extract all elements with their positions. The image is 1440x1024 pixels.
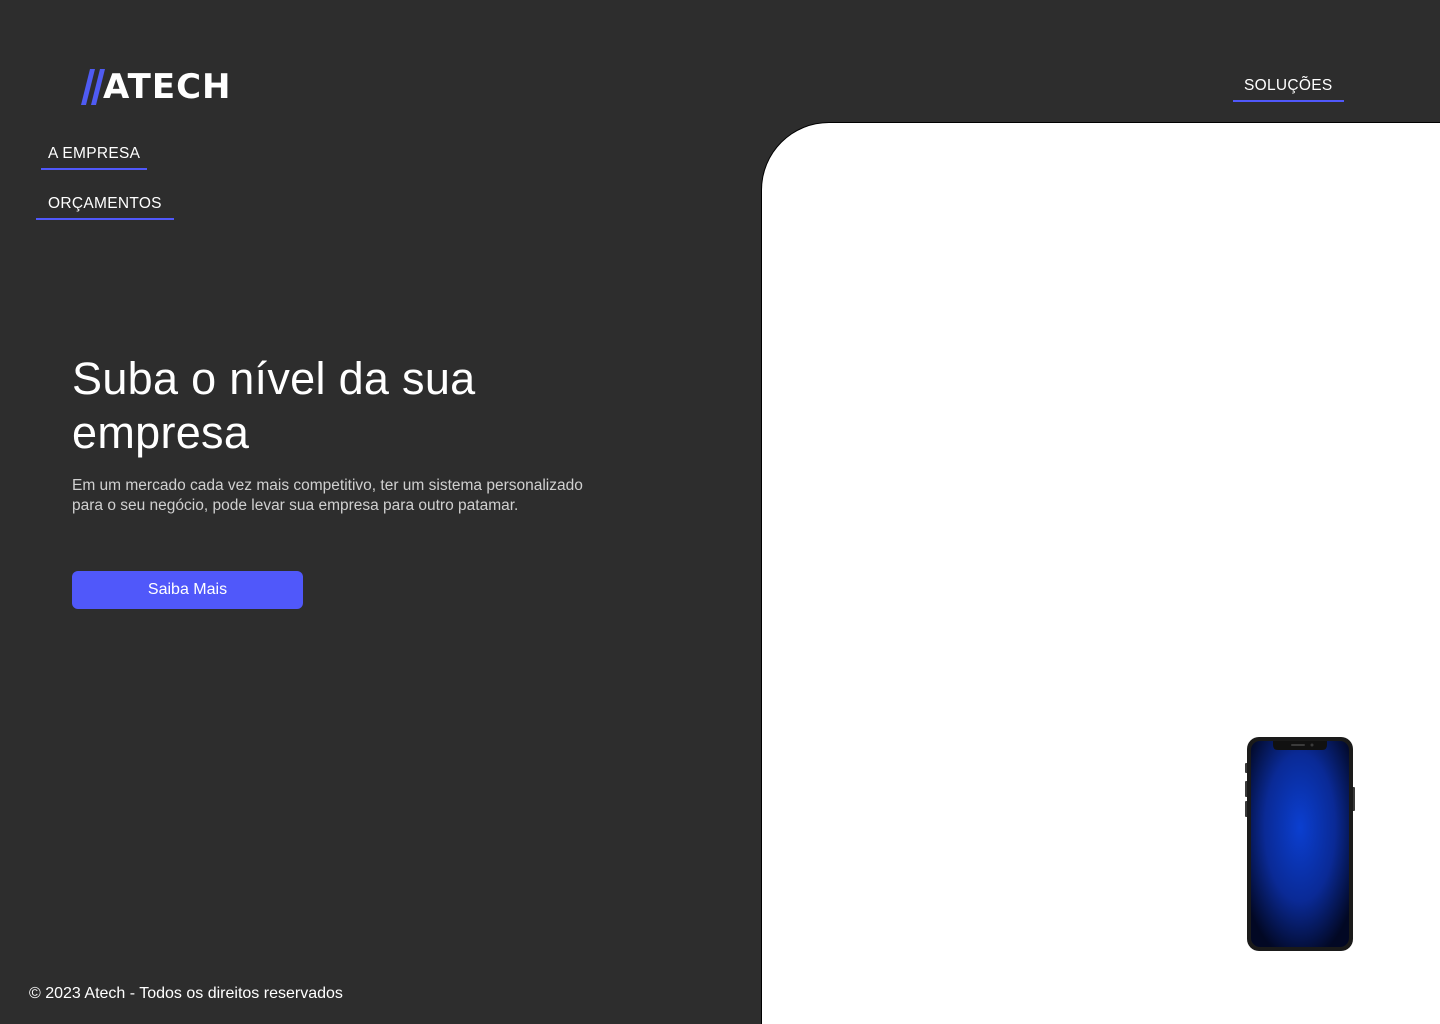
nav-underline [36,218,174,220]
footer-copyright: © 2023 Atech - Todos os direitos reserva… [29,985,343,1002]
nav-link-orcamentos-label: ORÇAMENTOS [48,195,162,212]
saiba-mais-button[interactable]: Saiba Mais [72,571,303,609]
brand-logo[interactable]: ATECH [81,68,232,106]
smartphone-mockup-icon [1245,737,1355,951]
hero-description: Em um mercado cada vez mais competitivo,… [72,477,583,514]
nav-link-solucoes-label: SOLUÇÕES [1244,77,1333,94]
logo-text: ATECH [103,67,232,107]
hero-title: Suba o nível da sua empresa [72,353,476,458]
nav-link-orcamentos[interactable]: ORÇAMENTOS [36,195,174,220]
nav-link-a-empresa-label: A EMPRESA [48,145,141,162]
nav-underline [1233,100,1344,102]
nav-link-a-empresa[interactable]: A EMPRESA [41,145,148,170]
nav-link-solucoes[interactable]: SOLUÇÕES [1233,77,1344,102]
nav-underline [41,168,148,170]
